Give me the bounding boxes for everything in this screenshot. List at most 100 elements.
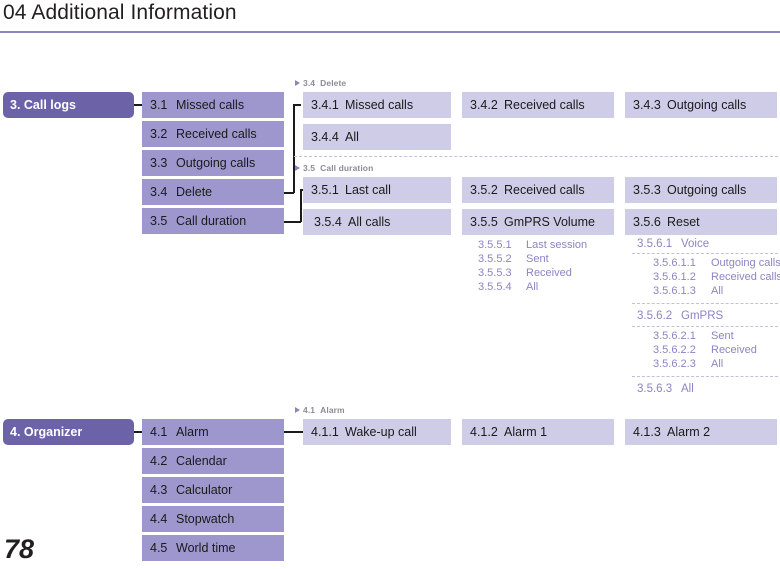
menu-root-call-logs[interactable]: 3. Call logs	[3, 92, 134, 118]
triangle-marker-icon	[295, 165, 300, 171]
menu-item-3-5-5-3-label: Received	[526, 267, 572, 279]
menu-item-3-5-6[interactable]: 3.5.6 Reset	[625, 209, 777, 235]
menu-item-4-1-2-number: 4.1.2	[470, 425, 498, 439]
page-title: 04 Additional Information	[3, 1, 237, 24]
menu-item-3-5-6-label: Reset	[667, 215, 700, 229]
menu-item-4-1-number: 4.1	[150, 425, 168, 439]
menu-item-3-5-6-1-2-number: 3.5.6.1.2	[653, 271, 696, 283]
menu-item-4-2-number: 4.2	[150, 454, 168, 468]
group-header-4-1: 4.1 Alarm	[295, 405, 345, 415]
menu-item-4-4-label: Stopwatch	[176, 512, 235, 526]
menu-item-3-2[interactable]: 3.2 Received calls	[142, 121, 284, 147]
menu-item-3-4-2[interactable]: 3.4.2 Received calls	[462, 92, 614, 118]
menu-item-3-4-1-number: 3.4.1	[311, 98, 339, 112]
menu-item-3-5-6-2-2[interactable]: 3.5.6.2.2 Received	[653, 344, 757, 356]
menu-item-3-2-number: 3.2	[150, 127, 168, 141]
menu-item-3-5-3[interactable]: 3.5.3 Outgoing calls	[625, 177, 777, 203]
menu-item-3-5-1-number: 3.5.1	[311, 183, 339, 197]
triangle-marker-icon	[295, 407, 300, 413]
menu-item-3-5-5-1[interactable]: 3.5.5.1 Last session	[478, 239, 587, 251]
menu-item-3-5-5[interactable]: 3.5.5 GmPRS Volume	[462, 209, 614, 235]
menu-item-3-5-6-1-3-label: All	[711, 285, 724, 297]
menu-item-3-5[interactable]: 3.5 Call duration	[142, 208, 284, 234]
menu-item-3-5-5-4-number: 3.5.5.4	[478, 281, 512, 293]
connector-3-4-vertical	[293, 104, 295, 193]
menu-item-3-1-number: 3.1	[150, 98, 168, 112]
menu-item-3-4-3-number: 3.4.3	[633, 98, 661, 112]
menu-item-3-5-6-1-2[interactable]: 3.5.6.1.2 Received calls	[653, 271, 780, 283]
menu-item-4-1-2-label: Alarm 1	[504, 425, 548, 439]
menu-item-4-4-number: 4.4	[150, 512, 168, 526]
menu-item-3-5-6-1-1-label: Outgoing calls	[711, 257, 780, 269]
menu-item-4-2-label: Calendar	[176, 454, 227, 468]
menu-item-3-5-label: Call duration	[176, 214, 247, 228]
menu-item-4-3[interactable]: 4.3 Calculator	[142, 477, 284, 503]
divider-3-5-6-1	[632, 253, 778, 254]
menu-item-3-5-3-number: 3.5.3	[633, 183, 661, 197]
menu-item-3-5-2[interactable]: 3.5.2 Received calls	[462, 177, 614, 203]
menu-item-3-5-6-1-label: Voice	[681, 238, 710, 250]
menu-item-4-1-2[interactable]: 4.1.2 Alarm 1	[462, 419, 614, 445]
menu-item-3-5-6-3-number: 3.5.6.3	[637, 383, 673, 395]
group-header-4-1-number: 4.1	[303, 405, 316, 415]
page-header: 04 Additional Information	[0, 0, 780, 40]
menu-item-3-5-6-2-1-number: 3.5.6.2.1	[653, 330, 696, 342]
menu-item-3-2-label: Received calls	[176, 127, 257, 141]
menu-item-3-4-1[interactable]: 3.4.1 Missed calls	[303, 92, 451, 118]
menu-item-4-5-label: World time	[176, 541, 236, 555]
menu-item-4-1-1-label: Wake-up call	[345, 425, 417, 439]
group-header-3-4-number: 3.4	[303, 78, 316, 88]
group-header-3-4-label: Delete	[320, 78, 347, 88]
menu-item-3-5-5-3[interactable]: 3.5.5.3 Received	[478, 267, 572, 279]
menu-item-3-5-5-3-number: 3.5.5.3	[478, 267, 512, 279]
group-divider-3-4-3-5	[294, 156, 778, 157]
menu-item-3-4-4-label: All	[345, 130, 359, 144]
group-header-3-5: 3.5 Call duration	[295, 163, 373, 173]
menu-item-3-5-6-2-3-label: All	[711, 358, 724, 370]
menu-item-3-4-2-number: 3.4.2	[470, 98, 498, 112]
menu-item-3-4-2-label: Received calls	[504, 98, 585, 112]
group-header-3-5-number: 3.5	[303, 163, 316, 173]
menu-root-organizer-label: 4. Organizer	[10, 425, 83, 439]
menu-item-3-5-6-3[interactable]: 3.5.6.3 All	[637, 383, 694, 395]
menu-item-3-5-6-1-1[interactable]: 3.5.6.1.1 Outgoing calls	[653, 257, 780, 269]
menu-item-3-4-3-label: Outgoing calls	[667, 98, 747, 112]
menu-item-3-5-5-4[interactable]: 3.5.5.4 All	[478, 281, 538, 293]
menu-item-3-5-5-2-number: 3.5.5.2	[478, 253, 512, 265]
menu-root-organizer[interactable]: 4. Organizer	[3, 419, 134, 445]
menu-item-3-5-5-1-label: Last session	[526, 239, 588, 251]
menu-item-3-5-6-2-3[interactable]: 3.5.6.2.3 All	[653, 358, 723, 370]
menu-item-3-4-4-number: 3.4.4	[311, 130, 339, 144]
triangle-marker-icon	[295, 80, 300, 86]
menu-item-3-5-6-2-1[interactable]: 3.5.6.2.1 Sent	[653, 330, 734, 342]
menu-item-3-4-3[interactable]: 3.4.3 Outgoing calls	[625, 92, 777, 118]
group-header-4-1-label: Alarm	[320, 405, 345, 415]
menu-item-4-4[interactable]: 4.4 Stopwatch	[142, 506, 284, 532]
menu-item-4-1-3[interactable]: 4.1.3 Alarm 2	[625, 419, 777, 445]
group-header-3-4: 3.4 Delete	[295, 78, 346, 88]
menu-item-4-1[interactable]: 4.1 Alarm	[142, 419, 284, 445]
menu-item-3-5-1[interactable]: 3.5.1 Last call	[303, 177, 451, 203]
divider-3-5-6-2	[632, 303, 778, 304]
menu-item-3-5-6-2-3-number: 3.5.6.2.3	[653, 358, 696, 370]
menu-item-4-5[interactable]: 4.5 World time	[142, 535, 284, 561]
menu-item-3-5-5-2[interactable]: 3.5.5.2 Sent	[478, 253, 549, 265]
menu-item-3-4-label: Delete	[176, 185, 213, 199]
menu-item-4-1-3-label: Alarm 2	[667, 425, 711, 439]
connector-root-to-3-1	[134, 104, 142, 106]
menu-item-3-5-6-1[interactable]: 3.5.6.1 Voice	[637, 238, 709, 250]
menu-item-4-1-1[interactable]: 4.1.1 Wake-up call	[303, 419, 451, 445]
menu-item-4-2[interactable]: 4.2 Calendar	[142, 448, 284, 474]
menu-item-3-5-6-2-number: 3.5.6.2	[637, 310, 673, 322]
menu-item-3-5-6-2[interactable]: 3.5.6.2 GmPRS	[637, 310, 723, 322]
menu-item-3-4[interactable]: 3.4 Delete	[142, 179, 284, 205]
menu-item-3-5-6-1-3[interactable]: 3.5.6.1.3 All	[653, 285, 723, 297]
menu-item-3-5-2-label: Received calls	[504, 183, 585, 197]
menu-item-3-5-6-1-1-number: 3.5.6.1.1	[653, 257, 696, 269]
menu-item-3-5-5-number: 3.5.5	[470, 215, 498, 229]
menu-item-3-5-4[interactable]: 3.5.4 All calls	[303, 209, 451, 235]
connector-root-to-4-1	[134, 431, 142, 433]
menu-item-3-1[interactable]: 3.1 Missed calls	[142, 92, 284, 118]
menu-item-3-4-4[interactable]: 3.4.4 All	[303, 124, 451, 150]
menu-item-3-3[interactable]: 3.3 Outgoing calls	[142, 150, 284, 176]
